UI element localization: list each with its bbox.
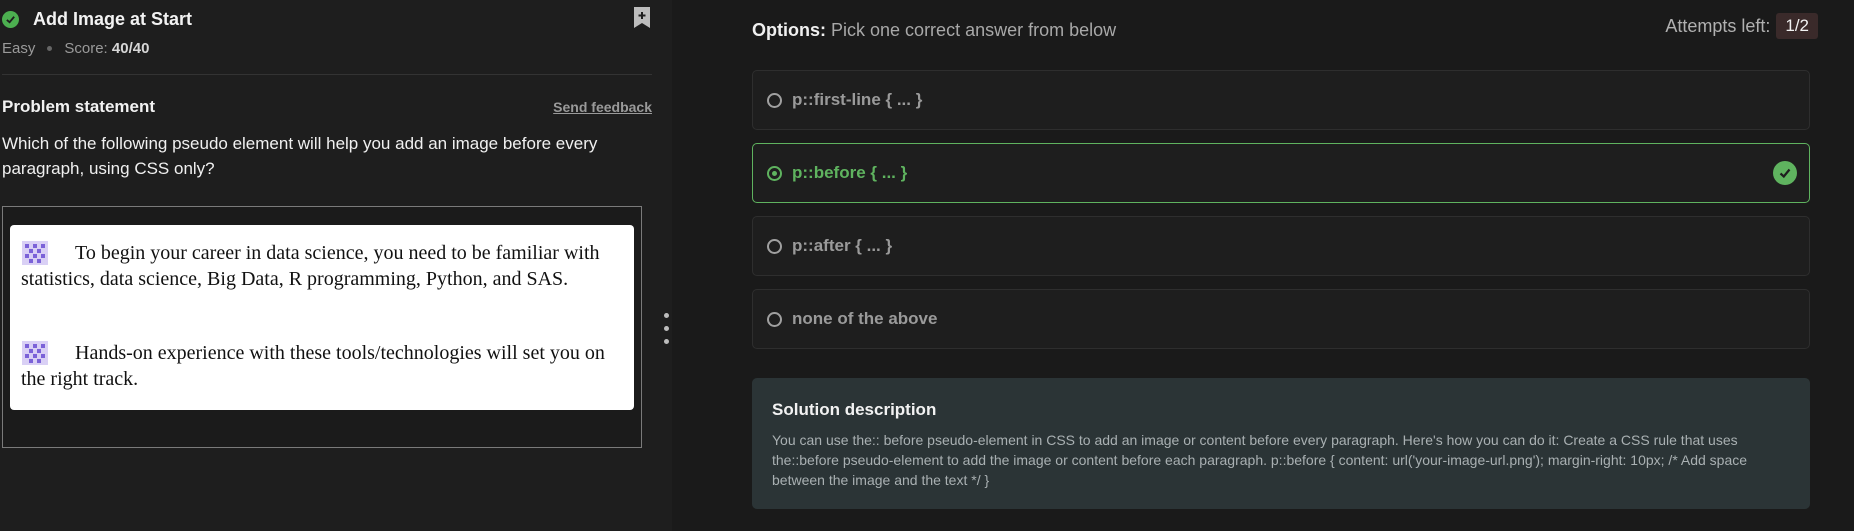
problem-statement-heading: Problem statement bbox=[2, 97, 156, 116]
option-label: p::first-line { ... } bbox=[792, 90, 923, 109]
problem-title-row: Add Image at Start bbox=[2, 6, 652, 32]
solved-check-icon bbox=[2, 10, 19, 28]
option-1[interactable]: p::first-line { ... } bbox=[752, 70, 1810, 130]
score-value: 40/40 bbox=[111, 40, 150, 57]
pane-resize-handle[interactable] bbox=[664, 313, 670, 353]
options-instruction: Pick one correct answer from below bbox=[831, 20, 1117, 40]
example-paragraph-2: Hands-on experience with these tools/tec… bbox=[21, 340, 631, 392]
correct-check-icon bbox=[1773, 161, 1797, 185]
radio-button[interactable] bbox=[767, 238, 782, 254]
meta-separator bbox=[47, 46, 53, 51]
option-label: none of the above bbox=[792, 309, 938, 328]
problem-statement-header: Problem statement Send feedback bbox=[2, 97, 652, 117]
pattern-tile-icon bbox=[21, 340, 49, 366]
example-paragraph-1: To begin your career in data science, yo… bbox=[21, 240, 631, 292]
solution-title: Solution description bbox=[772, 400, 937, 419]
options-heading: Options: Pick one correct answer from be… bbox=[752, 20, 1116, 41]
option-3[interactable]: p::after { ... } bbox=[752, 216, 1810, 276]
problem-meta: Easy Score: 40/40 bbox=[2, 40, 149, 57]
option-label: p::after { ... } bbox=[792, 236, 893, 255]
option-2[interactable]: p::before { ... } bbox=[752, 143, 1810, 203]
attempts-left: Attempts left: 1/2 bbox=[1665, 13, 1818, 39]
option-4[interactable]: none of the above bbox=[752, 289, 1810, 349]
attempts-badge: 1/2 bbox=[1776, 13, 1818, 39]
divider bbox=[2, 74, 652, 75]
bookmark-add-icon[interactable] bbox=[632, 6, 652, 30]
send-feedback-link[interactable]: Send feedback bbox=[553, 99, 652, 115]
difficulty-label: Easy bbox=[2, 40, 36, 57]
example-image-frame: To begin your career in data science, yo… bbox=[2, 206, 642, 448]
options-label: Options: bbox=[752, 20, 826, 40]
solution-card: Solution description You can use the:: b… bbox=[752, 378, 1810, 509]
radio-button[interactable] bbox=[767, 92, 782, 108]
score-label: Score: bbox=[64, 40, 108, 57]
question-text: Which of the following pseudo element wi… bbox=[2, 134, 598, 178]
example-paragraph-2-text: Hands-on experience with these tools/tec… bbox=[21, 342, 605, 390]
options-pane: Options: Pick one correct answer from be… bbox=[672, 0, 1854, 531]
problem-pane: Add Image at Start Easy Score: 40/40 Pro… bbox=[0, 0, 672, 531]
option-label: p::before { ... } bbox=[792, 163, 908, 182]
problem-title: Add Image at Start bbox=[33, 8, 193, 29]
solution-body: You can use the:: before pseudo-element … bbox=[772, 432, 1748, 488]
radio-button[interactable] bbox=[767, 165, 782, 181]
example-image: To begin your career in data science, yo… bbox=[10, 225, 634, 410]
example-paragraph-1-text: To begin your career in data science, yo… bbox=[21, 242, 600, 290]
pattern-tile-icon bbox=[21, 240, 49, 266]
radio-button[interactable] bbox=[767, 311, 782, 327]
attempts-label: Attempts left: bbox=[1665, 15, 1771, 36]
